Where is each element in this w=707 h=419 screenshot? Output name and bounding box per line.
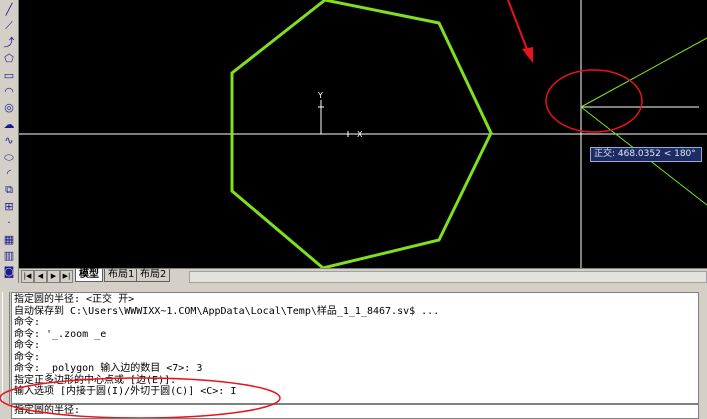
- ucs-y-label: Y: [317, 91, 323, 100]
- revision-cloud-icon[interactable]: ☁: [1, 117, 17, 133]
- command-history-line: 命令:: [14, 351, 41, 363]
- command-history-line: 自动保存到 C:\Users\WWWIXX~1.COM\AppData\Loca…: [14, 305, 440, 317]
- ellipse-arc-icon[interactable]: ◜: [1, 166, 17, 182]
- polygon-icon[interactable]: ⬠: [1, 51, 17, 67]
- rubber-band-line-upper: [580, 37, 707, 108]
- tab-layout2[interactable]: 布局2: [136, 269, 171, 282]
- insert-block-icon[interactable]: ⧉: [1, 182, 17, 198]
- line-icon[interactable]: ╱: [1, 2, 17, 18]
- spline-icon[interactable]: ∿: [1, 133, 17, 149]
- prev-tab-button[interactable]: ◀: [34, 270, 47, 283]
- ellipse-icon[interactable]: ⬭: [1, 150, 17, 166]
- command-history-line: 输入选项 [内接于圆(I)/外切于圆(C)] <C>: I: [14, 386, 237, 397]
- command-window: 指定圆的半径: <正交 开> 自动保存到 C:\Users\WWWIXX~1.CO…: [0, 284, 707, 419]
- command-history-line: 指定正多边形的中心点或 [边(E)]:: [14, 374, 177, 386]
- command-history-line: 命令:: [14, 340, 41, 351]
- ortho-tooltip: 正交: 468.0352 < 180°: [590, 147, 702, 162]
- next-tab-button[interactable]: ▶: [47, 270, 60, 283]
- gradient-icon[interactable]: ▥: [1, 248, 17, 264]
- horizontal-scrollbar[interactable]: [189, 271, 707, 283]
- construction-line-icon[interactable]: ⟋: [1, 18, 17, 34]
- tab-model[interactable]: 模型: [75, 269, 103, 282]
- hatch-icon[interactable]: ▦: [1, 232, 17, 248]
- ucs-icon: Y X: [317, 91, 363, 139]
- polyline-icon[interactable]: ⤴: [1, 35, 17, 51]
- draw-toolbar: ╱ ⟋ ⤴ ⬠ ▭ ◠ ◎ ☁ ∿ ⬭ ◜ ⧉ ⊞ · ▦ ▥ ◙: [0, 0, 19, 283]
- tab-layout1[interactable]: 布局1: [104, 269, 139, 282]
- last-tab-button[interactable]: ▶|: [60, 270, 73, 283]
- point-icon[interactable]: ·: [1, 215, 17, 231]
- rectangle-icon[interactable]: ▭: [1, 68, 17, 84]
- drawing-area[interactable]: Y X: [19, 0, 707, 268]
- command-history-line: 命令:: [14, 317, 41, 328]
- command-history: 指定圆的半径: <正交 开> 自动保存到 C:\Users\WWWIXX~1.CO…: [11, 292, 699, 404]
- command-window-grip[interactable]: [2, 292, 10, 404]
- drawing-canvas[interactable]: Y X 正交: 468.0352 < 180°: [19, 0, 707, 268]
- command-history-line: 命令: _polygon 输入边的数目 <7>: 3: [14, 363, 203, 374]
- first-tab-button[interactable]: |◀: [21, 270, 34, 283]
- circle-icon[interactable]: ◎: [1, 100, 17, 116]
- command-prompt[interactable]: 指定圆的半径:: [14, 405, 80, 417]
- ucs-x-label: X: [357, 130, 363, 139]
- command-history-line: 指定圆的半径: <正交 开>: [14, 294, 135, 305]
- region-icon[interactable]: ◙: [1, 264, 17, 280]
- command-history-line: 命令: '_.zoom _e: [14, 328, 107, 340]
- make-block-icon[interactable]: ⊞: [1, 199, 17, 215]
- command-line[interactable]: 指定圆的半径:: [11, 404, 699, 419]
- arc-icon[interactable]: ◠: [1, 84, 17, 100]
- layout-tab-bar: |◀ ◀ ▶ ▶| 模型 布局1 布局2: [19, 268, 707, 283]
